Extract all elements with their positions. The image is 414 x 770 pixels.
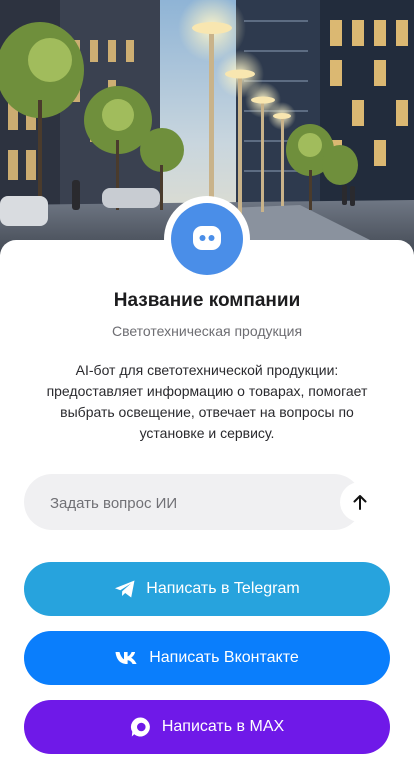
ask-ai-field[interactable]	[24, 474, 362, 532]
telegram-button-label: Написать в Telegram	[146, 580, 300, 597]
company-description: AI-бот для светотехнической продукции: п…	[46, 362, 368, 441]
max-button-label: Написать в MAX	[161, 718, 285, 735]
ask-ai-input[interactable]	[48, 474, 322, 532]
max-icon	[130, 716, 152, 738]
chat-bubble-icon	[190, 222, 224, 256]
telegram-icon	[114, 579, 136, 599]
vk-button[interactable]: Написать Вконтакте	[24, 631, 390, 685]
arrow-up-icon	[352, 493, 368, 511]
avatar	[171, 203, 243, 275]
company-avatar	[164, 196, 250, 282]
telegram-button[interactable]: Написать в Telegram	[24, 562, 390, 616]
company-subtitle: Светотехническая продукция	[111, 323, 303, 339]
vk-button-label: Написать Вконтакте	[149, 649, 299, 666]
max-button[interactable]: Написать в MAX	[24, 700, 390, 754]
company-title: Название компании	[113, 290, 301, 311]
send-button[interactable]	[340, 482, 380, 522]
vk-icon	[115, 651, 139, 665]
